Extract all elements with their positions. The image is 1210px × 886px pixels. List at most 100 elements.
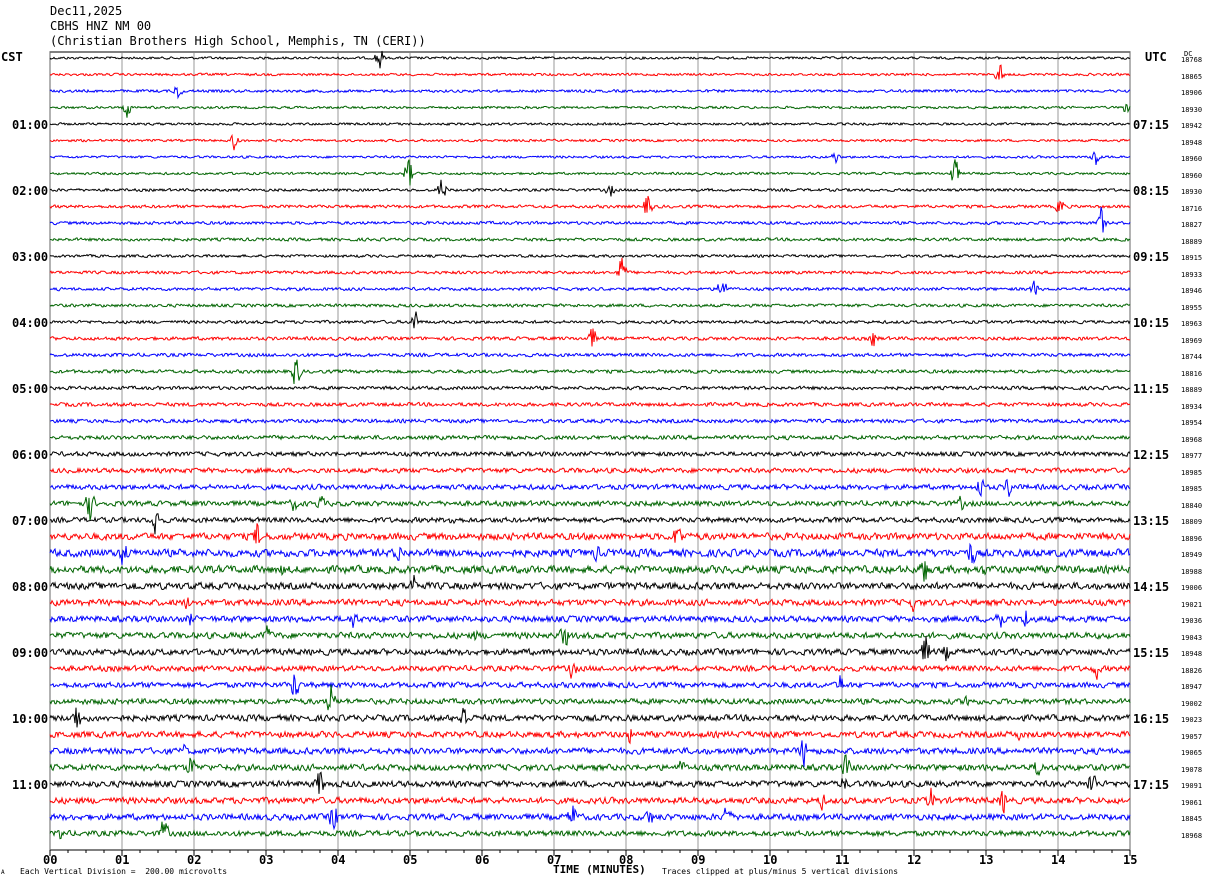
dc-offset-label: 18977	[1181, 452, 1203, 460]
x-tick-label: 05	[403, 853, 418, 867]
seismic-trace	[49, 821, 1131, 840]
dc-offset-label: 19002	[1181, 699, 1203, 708]
seismic-trace	[49, 754, 1131, 776]
seismic-trace	[49, 574, 1131, 592]
seismic-trace	[49, 495, 1131, 521]
dc-offset-label: 18985	[1181, 485, 1203, 493]
right-hour-label: 08:15	[1133, 184, 1170, 198]
dc-offset-label: 18933	[1181, 270, 1203, 279]
seismic-trace	[49, 523, 1131, 544]
dc-offset-label: 18968	[1181, 831, 1203, 840]
seismic-trace	[49, 359, 1131, 385]
seismic-trace	[49, 151, 1131, 165]
seismic-trace	[49, 625, 1131, 646]
x-tick-label: 00	[43, 853, 58, 867]
seismic-trace	[50, 478, 1131, 498]
seismic-trace	[50, 674, 1131, 695]
seismic-trace	[49, 385, 1131, 391]
dc-offset-label: 18949	[1181, 551, 1203, 559]
seismic-trace	[49, 542, 1131, 565]
seismic-trace	[49, 121, 1131, 127]
dc-offset-label: 18960	[1181, 171, 1203, 180]
dc-offset-label: 18889	[1181, 386, 1203, 394]
seismic-trace	[49, 103, 1131, 118]
helicorder-plot	[49, 50, 1131, 856]
dc-offset-label: 18942	[1181, 122, 1203, 130]
seismic-trace	[49, 352, 1131, 358]
footer-mark: A	[1, 869, 5, 876]
seismic-trace	[49, 513, 1131, 535]
seismic-trace	[49, 729, 1131, 745]
left-hour-label: 07:00	[12, 514, 49, 528]
dc-offset-label: 18816	[1181, 369, 1203, 378]
seismic-trace	[49, 466, 1131, 475]
dc-offset-label: 18948	[1181, 138, 1203, 147]
dc-offset-label: 19057	[1181, 732, 1203, 741]
seismic-trace	[49, 237, 1131, 242]
seismic-trace	[49, 195, 1131, 213]
dc-offset-label: 18969	[1181, 336, 1203, 345]
seismic-trace	[49, 179, 1131, 197]
right-hour-label: 16:15	[1133, 712, 1170, 726]
right-hour-label: 17:15	[1133, 778, 1170, 792]
x-tick-label: 12	[907, 853, 922, 867]
right-hour-label: 12:15	[1133, 448, 1170, 462]
seismic-trace	[49, 418, 1131, 424]
left-hour-label: 09:00	[12, 646, 49, 660]
dc-offset-label: 18896	[1181, 534, 1203, 543]
x-tick-label: 13	[979, 853, 994, 867]
seismic-trace	[49, 257, 1131, 277]
dc-offset-label: 18947	[1181, 683, 1203, 691]
dc-offset-label: 19061	[1181, 798, 1203, 807]
plot-frame	[49, 51, 1131, 851]
seismic-trace	[49, 86, 1131, 100]
dc-offset-label: 18827	[1181, 221, 1203, 229]
x-tick-label: 06	[475, 853, 490, 867]
scale-note: Each Vertical Division = 200.00 microvol…	[20, 867, 228, 876]
dc-offset-label: 19021	[1181, 600, 1203, 609]
seismic-trace	[49, 253, 1131, 259]
seismic-trace	[49, 159, 1131, 186]
dc-offset-label: 18930	[1181, 105, 1203, 114]
left-hour-label: 03:00	[12, 250, 49, 264]
seismic-trace	[49, 280, 1131, 295]
x-tick-label: 01	[115, 853, 130, 867]
seismic-trace	[49, 561, 1131, 582]
seismic-trace	[49, 610, 1131, 628]
dc-offset-label: 18906	[1181, 89, 1203, 97]
seismic-trace	[49, 311, 1131, 329]
x-tick-label: 10	[763, 853, 778, 867]
dc-offset-label: 18934	[1181, 402, 1203, 411]
dc-offset-label: 18809	[1181, 518, 1203, 526]
left-hour-label: 02:00	[12, 184, 49, 198]
seismic-trace	[49, 771, 1131, 794]
x-tick-label: 03	[259, 853, 274, 867]
seismic-trace	[49, 450, 1131, 458]
dc-offset-label: 19091	[1181, 782, 1203, 790]
dc-offset-label: 18960	[1181, 155, 1203, 163]
left-hour-label: 04:00	[12, 316, 49, 330]
x-tick-label: 15	[1123, 853, 1138, 867]
x-tick-label: 02	[187, 853, 202, 867]
seismic-trace	[49, 636, 1131, 662]
seismic-trace	[49, 206, 1131, 233]
left-hour-label: 06:00	[12, 448, 49, 462]
right-hour-label: 11:15	[1133, 382, 1170, 396]
dc-offset-label: 18968	[1181, 435, 1203, 444]
right-hour-label: 10:15	[1133, 316, 1170, 330]
dc-offset-label: 19043	[1181, 633, 1203, 642]
seismic-trace	[49, 597, 1131, 612]
dc-offset-label: 18955	[1181, 303, 1203, 312]
dc-offset-label: 18988	[1181, 567, 1203, 576]
x-tick-label: 09	[691, 853, 706, 867]
dc-offset-label: 18865	[1181, 72, 1203, 81]
seismic-trace	[49, 805, 1131, 831]
right-hour-label: 14:15	[1133, 580, 1170, 594]
left-hour-label: 10:00	[12, 712, 49, 726]
right-hour-label: 09:15	[1133, 250, 1170, 264]
dc-offset-label: 18915	[1181, 254, 1203, 262]
dc-offset-label: 19078	[1181, 765, 1203, 774]
dc-offset-label: 18826	[1181, 666, 1203, 675]
left-hour-label: 01:00	[12, 118, 49, 132]
dc-offset-label: 18985	[1181, 468, 1203, 477]
